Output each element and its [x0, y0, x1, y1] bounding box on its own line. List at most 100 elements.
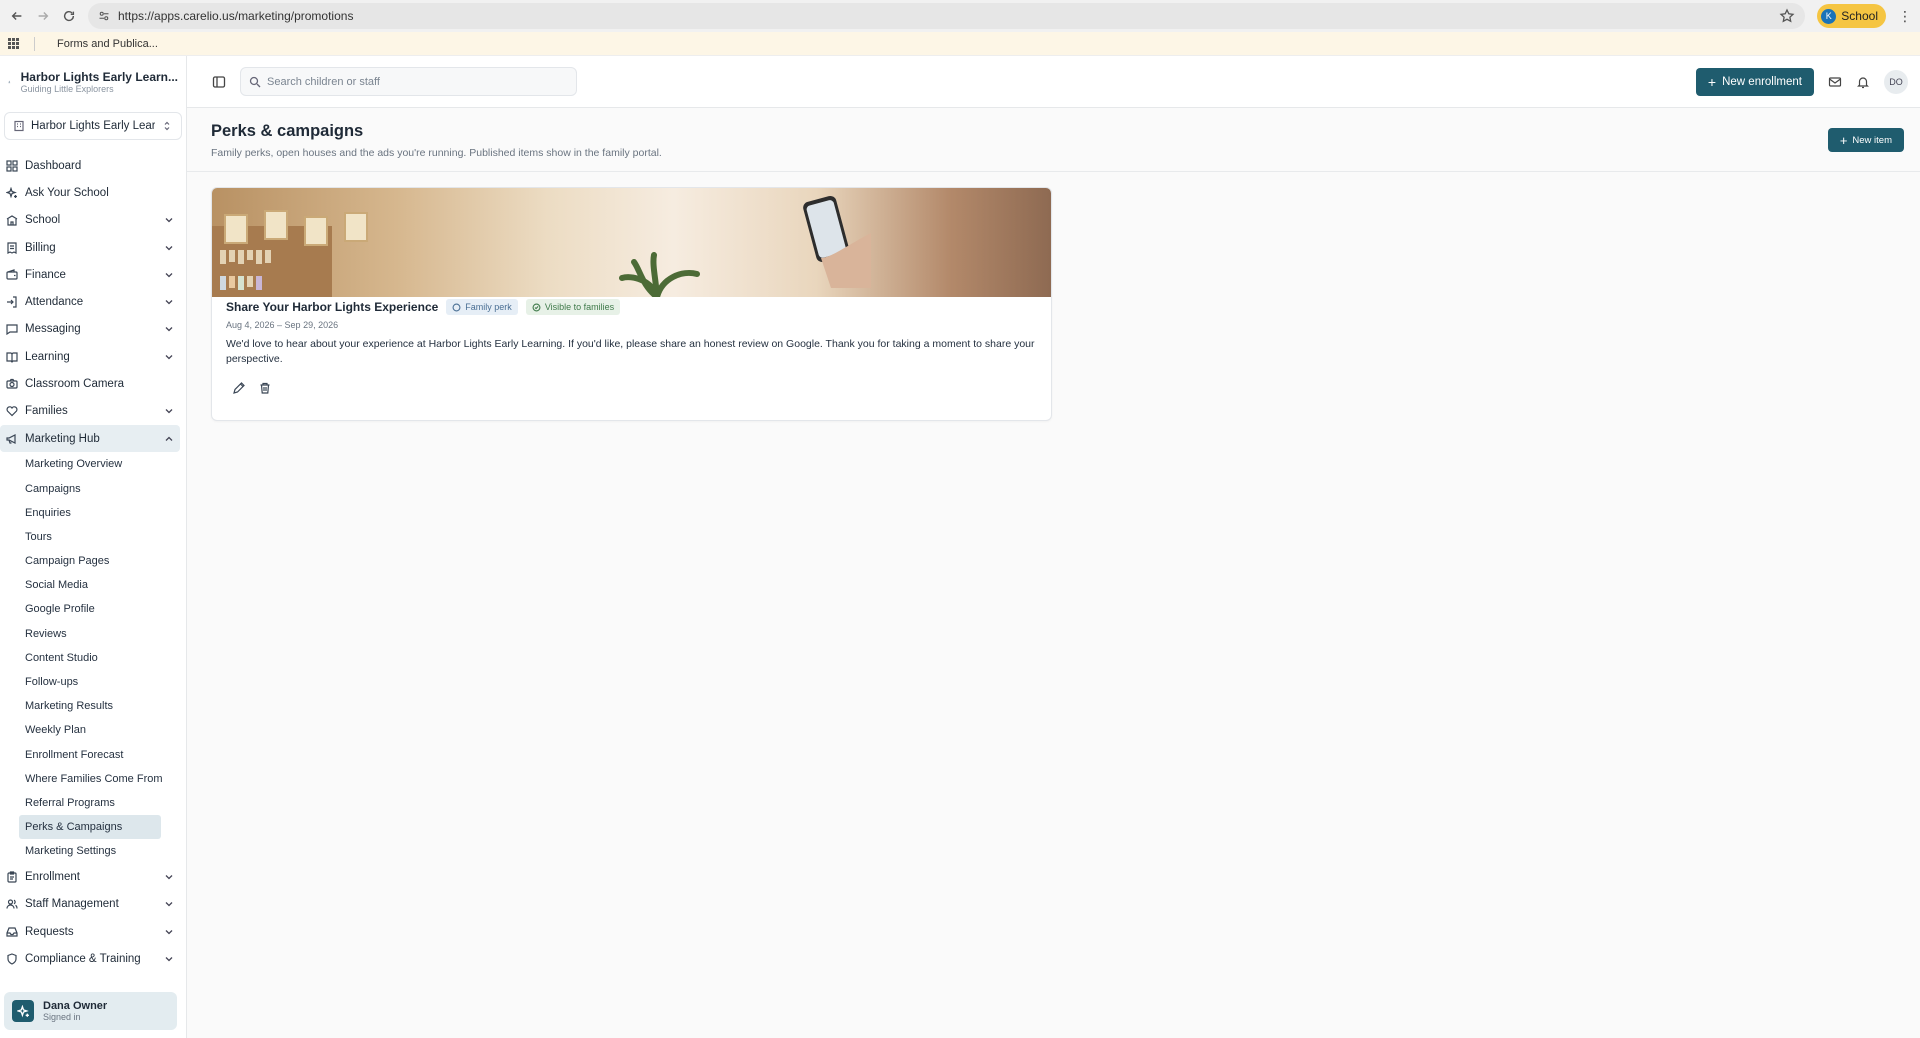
wallet-icon: [6, 268, 18, 280]
sub-item-where-families-come-from[interactable]: Where Families Come From: [0, 767, 180, 791]
sidebar-item-label: Enrollment: [25, 871, 80, 884]
grid-icon: [6, 160, 18, 172]
new-enrollment-label: New enrollment: [1722, 75, 1802, 88]
clipboard-icon: [7, 871, 17, 883]
bookmark-star-icon[interactable]: [1779, 8, 1795, 24]
sidebar-item-ask-your-school[interactable]: Ask Your School: [0, 179, 180, 206]
sidebar-item-enrollment[interactable]: Enrollment: [0, 863, 180, 890]
chevron-down-icon: [165, 327, 173, 332]
sidebar-item-label: Attendance: [25, 296, 84, 309]
back-icon[interactable]: [6, 5, 28, 27]
top-bar: + New enrollment DO: [187, 56, 1920, 108]
sidebar-item-compliance-training[interactable]: Compliance & Training: [0, 945, 180, 972]
sidebar-item-label: Dashboard: [25, 159, 82, 172]
megaphone-icon: [6, 433, 16, 444]
brand[interactable]: Harbor Lights Early Learn... Guiding Lit…: [0, 56, 186, 108]
type-badge-label: Family perk: [465, 302, 512, 312]
sub-item-content-studio[interactable]: Content Studio: [0, 646, 180, 670]
sub-item-google-profile[interactable]: Google Profile: [0, 597, 180, 621]
promotion-description: We'd love to hear about your experience …: [226, 338, 1035, 365]
card-title-row: Share Your Harbor Lights Experience Fami…: [226, 299, 1037, 315]
site-settings-icon[interactable]: [98, 10, 110, 22]
search-box[interactable]: [240, 67, 577, 96]
sub-item-referral-programs[interactable]: Referral Programs: [0, 791, 180, 815]
sidebar-toggle-icon[interactable]: [212, 75, 226, 89]
sub-item-weekly-plan[interactable]: Weekly Plan: [0, 718, 180, 742]
sidebar-item-school[interactable]: School: [0, 207, 180, 234]
chevron-down-icon: [165, 272, 173, 278]
bookmark-forms[interactable]: Forms and Publica...: [57, 38, 158, 50]
receipt-icon: [7, 241, 17, 254]
page-title: Perks & campaigns: [211, 122, 364, 140]
camera-icon: [6, 378, 18, 389]
visibility-badge-label: Visible to families: [544, 302, 615, 312]
reload-icon[interactable]: [58, 5, 80, 27]
bell-icon[interactable]: [1856, 75, 1870, 89]
apps-grid-icon[interactable]: [8, 37, 20, 50]
sidebar-item-dashboard[interactable]: Dashboard: [0, 152, 180, 179]
browser-profile-chip[interactable]: K School: [1817, 4, 1886, 28]
type-badge: Family perk: [446, 299, 518, 315]
sub-item-enquiries[interactable]: Enquiries: [0, 501, 180, 525]
trash-icon[interactable]: [258, 381, 272, 395]
picture-frame: [344, 212, 368, 242]
address-bar[interactable]: https://apps.carelio.us/marketing/promot…: [88, 3, 1806, 29]
sidebar-item-requests[interactable]: Requests: [0, 918, 180, 945]
sub-item-social-media[interactable]: Social Media: [0, 573, 180, 597]
chevron-down-icon: [165, 354, 173, 360]
sidebar-item-messaging[interactable]: Messaging: [0, 316, 180, 343]
user-card[interactable]: Dana Owner Signed in: [4, 992, 177, 1030]
sidebar-item-billing[interactable]: Billing: [0, 234, 180, 261]
shelf-books-lower: [220, 276, 262, 290]
chevron-down-icon: [165, 245, 173, 250]
sidebar-item-attendance[interactable]: Attendance: [0, 288, 180, 315]
chevron-down-icon: [165, 300, 173, 305]
url-text[interactable]: https://apps.carelio.us/marketing/promot…: [118, 9, 1771, 23]
shield-icon: [7, 953, 17, 965]
sidebar-item-families[interactable]: Families: [0, 398, 180, 425]
sidebar-item-label: Finance: [25, 268, 66, 281]
shelf-books: [220, 250, 271, 264]
forward-icon[interactable]: [32, 5, 54, 27]
sub-item-enrollment-forecast[interactable]: Enrollment Forecast: [0, 743, 180, 767]
sidebar-item-learning[interactable]: Learning: [0, 343, 180, 370]
edit-pencil-icon[interactable]: [232, 381, 246, 395]
sidebar-item-classroom-camera[interactable]: Classroom Camera: [0, 370, 180, 397]
sidebar-item-label: Staff Management: [25, 898, 119, 911]
sidebar-item-label: School: [25, 214, 61, 227]
sidebar-item-marketing-hub[interactable]: Marketing Hub: [0, 424, 180, 453]
sub-item-campaign-pages[interactable]: Campaign Pages: [0, 549, 180, 573]
content-area: Share Your Harbor Lights Experience Fami…: [187, 172, 1920, 436]
sparkles-icon: [16, 1004, 29, 1017]
promotion-card-body: Share Your Harbor Lights Experience Fami…: [212, 297, 1051, 397]
plant-graphic: [619, 252, 700, 297]
new-item-button[interactable]: + New item: [1827, 128, 1904, 152]
sub-item-marketing-results[interactable]: Marketing Results: [0, 694, 180, 718]
picture-frame: [224, 214, 248, 244]
user-status: Signed in: [43, 1012, 81, 1022]
sidebar-item-label: Learning: [25, 350, 70, 363]
mail-icon[interactable]: [1828, 75, 1842, 89]
user-name: Dana Owner: [43, 1000, 108, 1012]
sub-item-campaigns[interactable]: Campaigns: [0, 476, 180, 500]
page-header: Perks & campaigns Family perks, open hou…: [187, 108, 1920, 172]
lighthouse-logo-icon: [8, 80, 11, 84]
sub-item-follow-ups[interactable]: Follow-ups: [0, 670, 180, 694]
search-input[interactable]: [267, 75, 568, 88]
user-avatar-button[interactable]: DO: [1884, 69, 1908, 94]
sidebar-item-staff-management[interactable]: Staff Management: [0, 891, 180, 918]
promotion-hero-image: [212, 188, 1051, 297]
sidebar-nav: Dashboard Ask Your School School Billing…: [0, 152, 186, 1038]
profile-label: School: [1841, 9, 1878, 23]
sub-item-tours[interactable]: Tours: [0, 525, 180, 549]
sub-item-reviews[interactable]: Reviews: [0, 622, 180, 646]
promotion-title: Share Your Harbor Lights Experience: [226, 300, 439, 314]
sub-item-marketing-overview[interactable]: Marketing Overview: [0, 452, 180, 476]
browser-menu-icon[interactable]: ⋮: [1896, 8, 1914, 25]
sub-item-marketing-settings[interactable]: Marketing Settings: [0, 839, 180, 863]
school-selector[interactable]: Harbor Lights Early Lear...: [4, 112, 182, 140]
sidebar-item-finance[interactable]: Finance: [0, 261, 180, 288]
sub-item-perks-campaigns[interactable]: Perks & Campaigns: [19, 815, 161, 840]
chevron-down-icon: [165, 902, 173, 907]
new-enrollment-button[interactable]: + New enrollment: [1695, 67, 1814, 96]
